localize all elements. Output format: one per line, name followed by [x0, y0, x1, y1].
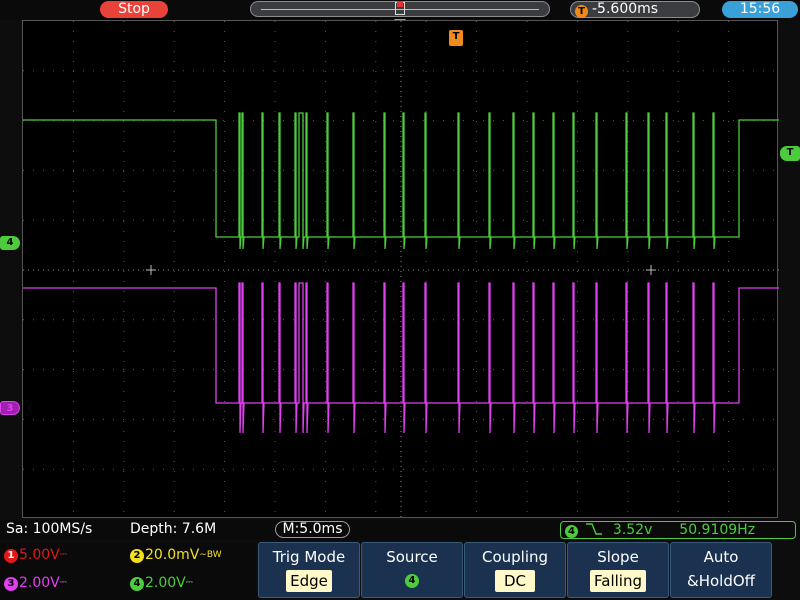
falling-edge-icon: [586, 523, 603, 535]
menu-auto-holdoff[interactable]: Auto &HoldOff: [670, 542, 772, 598]
ch2-badge: 2: [130, 549, 144, 563]
ch4-scale: 2.00V: [145, 575, 186, 591]
channel-settings: 1 5.00V⎓ 2 20.0mV∼BW 3 2.00V⎓ 4 2.00V⎓: [0, 542, 256, 600]
menu-slope-label: Slope: [597, 548, 639, 566]
signal-frequency: 50.9109Hz: [679, 522, 756, 538]
ch1-badge: 1: [4, 549, 18, 563]
ch3-scale: 2.00V: [19, 575, 60, 591]
ch2-coupling: ∼BW: [199, 550, 222, 560]
ch1-scale: 5.00V: [19, 547, 60, 563]
menu-slope-value: Falling: [590, 570, 646, 592]
ch3-waveform: [23, 282, 779, 434]
menu-source[interactable]: Source 4: [361, 542, 463, 598]
trigger-offset-value: -5.600ms: [592, 1, 659, 17]
trigger-position-pointer: [397, 1, 403, 7]
ch4-waveform: [23, 112, 779, 250]
run-stop-button[interactable]: Stop: [100, 1, 168, 18]
trigger-source-badge: 4: [565, 525, 578, 538]
menu-coupling-value: DC: [495, 570, 535, 592]
ch2-setting[interactable]: 2 20.0mV∼BW: [130, 545, 222, 565]
clock: 15:56: [722, 1, 798, 18]
ch3-badge: 3: [4, 577, 18, 591]
sample-rate: Sa: 100MS/s: [6, 521, 93, 537]
menu-coupling-label: Coupling: [481, 548, 549, 566]
menu-source-label: Source: [386, 548, 438, 566]
ch4-coupling: ⎓: [185, 578, 193, 588]
trigger-time-marker[interactable]: T: [449, 30, 463, 46]
ch4-setting[interactable]: 4 2.00V⎓: [130, 573, 193, 593]
ch1-coupling: ⎓: [59, 550, 67, 560]
top-bar: Stop T -5.600ms 15:56: [0, 0, 800, 20]
ch3-setting[interactable]: 3 2.00V⎓: [4, 573, 67, 593]
ch3-offset-marker[interactable]: 3: [0, 401, 20, 415]
trigger-status[interactable]: 4 3.52v 50.9109Hz: [560, 521, 796, 539]
waveform-display[interactable]: [22, 20, 779, 519]
menu-trig-mode-value: Edge: [286, 570, 332, 592]
ch3-coupling: ⎓: [59, 578, 67, 588]
trigger-level: 3.52v: [612, 522, 653, 538]
main-timebase[interactable]: M:5.0ms: [275, 521, 350, 538]
menu-trig-mode-label: Trig Mode: [272, 548, 346, 566]
memory-depth: Depth: 7.6M: [130, 521, 217, 537]
timebase-position-slider[interactable]: [250, 1, 550, 17]
ch4-offset-marker[interactable]: 4: [0, 236, 20, 250]
trigger-offset-display[interactable]: T -5.600ms: [570, 1, 700, 18]
menu-auto-value: &HoldOff: [687, 572, 755, 590]
ch4-badge: 4: [130, 577, 144, 591]
waveform-traces: [23, 112, 779, 434]
menu-source-value: 4: [405, 574, 419, 588]
ch1-setting[interactable]: 1 5.00V⎓: [4, 545, 67, 565]
acquisition-info-bar: Sa: 100MS/s Depth: 7.6M M:5.0ms 4 3.52v …: [0, 520, 800, 540]
menu-auto-label: Auto: [703, 548, 739, 566]
menu-trig-mode[interactable]: Trig Mode Edge: [258, 542, 360, 598]
menu-coupling[interactable]: Coupling DC: [464, 542, 566, 598]
trigger-level-marker[interactable]: T: [780, 146, 800, 161]
ch2-scale: 20.0mV: [145, 547, 200, 563]
menu-slope[interactable]: Slope Falling: [567, 542, 669, 598]
trigger-icon: T: [575, 5, 588, 18]
